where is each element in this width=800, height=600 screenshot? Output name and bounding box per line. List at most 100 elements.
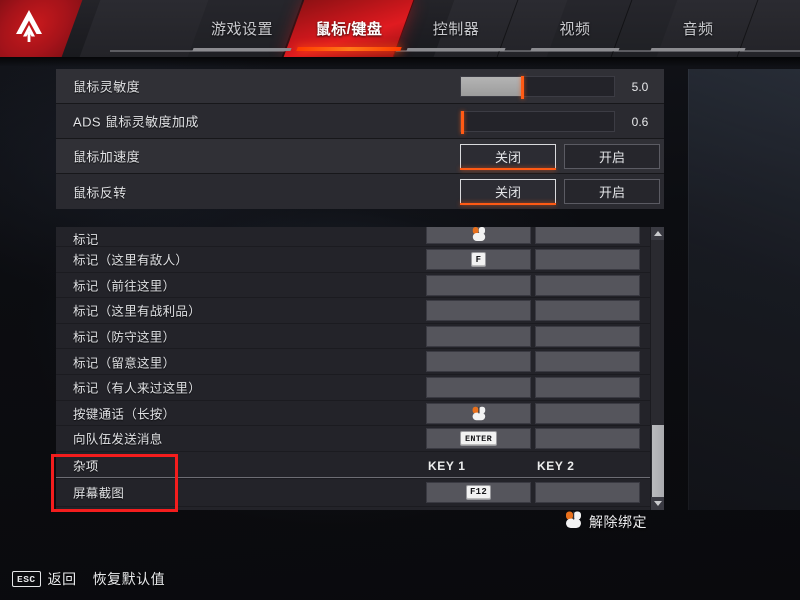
keycap: F <box>471 252 486 267</box>
reset-defaults-button[interactable]: 恢复默认值 <box>93 569 166 589</box>
keybindings-panel: 标记 标记（这里有敌人） F 标记（前往这里） 标记（这里有战利品） 标记（防守… <box>56 227 664 510</box>
binding-name: 标记（留意这里） <box>73 356 176 371</box>
binding-name: 标记 <box>73 233 99 247</box>
binding-key1-cell[interactable] <box>426 300 531 322</box>
mouse-sensitivity-value: 5.0 <box>631 79 649 94</box>
binding-key1-cell[interactable] <box>426 325 531 347</box>
binding-name: 标记（这里有敌人） <box>73 253 189 268</box>
table-row[interactable]: 向队伍发送消息 ENTER <box>56 426 650 452</box>
table-row[interactable]: 标记（前往这里） <box>56 273 650 299</box>
binding-key2-cell[interactable] <box>535 402 640 424</box>
option-label: 鼠标加速度 <box>73 149 141 165</box>
table-row[interactable]: 屏幕截图 F12 <box>56 479 650 507</box>
back-button[interactable]: ESC 返回 <box>12 569 77 589</box>
binding-key1-cell[interactable]: ENTER <box>426 428 531 450</box>
binding-name: 标记（有人来过这里） <box>73 381 202 396</box>
binding-name: 标记（这里有战利品） <box>73 304 202 319</box>
binding-key1-cell[interactable] <box>426 376 531 398</box>
apex-logo-badge <box>0 0 83 57</box>
table-row[interactable]: 标记（这里有敌人） F <box>56 247 650 273</box>
esc-keycap: ESC <box>12 571 41 587</box>
tab-game-settings[interactable]: 游戏设置 <box>179 0 305 57</box>
binding-key2-cell[interactable] <box>535 227 640 244</box>
mouse-icon <box>472 406 486 421</box>
tab-label: 控制器 <box>432 21 480 38</box>
binding-name: 标记（前往这里） <box>73 279 176 294</box>
top-navigation-bar: 游戏设置 鼠标/键盘 控制器 视频 音频 <box>0 0 800 57</box>
mouse-invert-off-button[interactable]: 关闭 <box>460 179 556 205</box>
binding-key1-cell[interactable] <box>426 227 531 244</box>
mouse-acceleration-on-button[interactable]: 开启 <box>564 144 660 169</box>
scroll-down-button[interactable] <box>651 497 664 510</box>
section-header-label: 杂项 <box>73 459 99 474</box>
binding-key1-cell[interactable] <box>426 351 531 373</box>
slider-handle[interactable] <box>521 76 525 99</box>
toggle-label: 关闭 <box>494 185 521 200</box>
column-header-key2: KEY 2 <box>537 458 642 474</box>
unbind-button[interactable]: 解除绑定 <box>565 510 647 534</box>
table-row[interactable]: 标记（留意这里） <box>56 349 650 375</box>
mouse-icon <box>565 510 582 534</box>
mouse-sensitivity-slider[interactable] <box>460 76 615 99</box>
keycap: F12 <box>465 484 492 500</box>
mouse-icon <box>472 227 486 242</box>
section-header-misc: 杂项 KEY 1 KEY 2 <box>56 451 650 479</box>
binding-name: 标记（防守这里） <box>73 330 176 345</box>
tab-controller[interactable]: 控制器 <box>393 0 519 57</box>
toggle-label: 关闭 <box>494 150 521 165</box>
option-row-mouse-acceleration[interactable]: 鼠标加速度 关闭 开启 <box>56 139 664 174</box>
binding-key2-cell[interactable] <box>535 274 640 296</box>
keybindings-scrollbar[interactable] <box>650 227 664 510</box>
mouse-invert-on-button[interactable]: 开启 <box>564 179 660 204</box>
table-row[interactable]: 按键通话（长按） <box>56 401 650 427</box>
column-header-key1: KEY 1 <box>428 458 533 474</box>
binding-key2-cell[interactable] <box>535 376 640 398</box>
reset-defaults-label: 恢复默认值 <box>92 571 166 587</box>
binding-key1-cell[interactable] <box>426 402 531 424</box>
binding-name: 向队伍发送消息 <box>73 432 163 447</box>
footer-bar: ESC 返回 恢复默认值 <box>0 558 800 600</box>
binding-key1-cell[interactable]: F12 <box>426 481 531 503</box>
option-label: ADS 鼠标灵敏度加成 <box>73 114 199 130</box>
table-row[interactable]: 标记（这里有战利品） <box>56 298 650 324</box>
scrollbar-thumb[interactable] <box>652 425 664 497</box>
ads-sensitivity-slider[interactable] <box>460 111 615 134</box>
binding-key2-cell[interactable] <box>535 300 640 322</box>
toggle-label: 开启 <box>598 185 625 200</box>
table-row[interactable]: 标记 <box>56 227 650 247</box>
option-row-ads-sensitivity-multiplier[interactable]: ADS 鼠标灵敏度加成 0.6 <box>56 104 664 139</box>
tab-video[interactable]: 视频 <box>517 0 633 57</box>
binding-key2-cell[interactable] <box>535 249 640 270</box>
binding-key2-cell[interactable] <box>535 481 640 503</box>
binding-key2-cell[interactable] <box>535 351 640 373</box>
tab-underline <box>406 48 506 51</box>
tab-label: 音频 <box>682 21 714 38</box>
tab-label: 游戏设置 <box>210 21 273 38</box>
keybindings-scroll-area: 标记 标记（这里有敌人） F 标记（前往这里） 标记（这里有战利品） 标记（防守… <box>56 227 650 510</box>
table-row[interactable]: 标记（有人来过这里） <box>56 375 650 401</box>
binding-key1-cell[interactable] <box>426 274 531 296</box>
tab-label: 视频 <box>559 21 591 38</box>
tab-underline <box>192 48 292 51</box>
tab-audio[interactable]: 音频 <box>637 0 759 57</box>
scroll-up-button[interactable] <box>651 227 664 240</box>
option-row-mouse-sensitivity[interactable]: 鼠标灵敏度 5.0 <box>56 69 664 104</box>
column-header-key1-label: KEY 1 <box>428 458 466 473</box>
tab-label: 鼠标/键盘 <box>315 21 383 38</box>
mouse-acceleration-off-button[interactable]: 关闭 <box>460 144 556 170</box>
option-row-mouse-invert[interactable]: 鼠标反转 关闭 开启 <box>56 174 664 209</box>
triangle-up-icon <box>654 231 662 236</box>
binding-key1-cell[interactable]: F <box>426 249 531 270</box>
binding-key2-cell[interactable] <box>535 325 640 347</box>
right-preview-panel <box>688 69 800 510</box>
table-row[interactable]: 标记（防守这里） <box>56 324 650 350</box>
slider-fill <box>461 77 523 96</box>
tab-mouse-keyboard[interactable]: 鼠标/键盘 <box>283 0 415 57</box>
binding-name: 按键通话（长按） <box>73 407 176 422</box>
slider-handle[interactable] <box>461 111 464 134</box>
unbind-label: 解除绑定 <box>589 514 647 530</box>
apex-settings-screen: 游戏设置 鼠标/键盘 控制器 视频 音频 鼠标灵敏度 5.0 ADS 鼠标灵敏度… <box>0 0 800 600</box>
binding-key2-cell[interactable] <box>535 428 640 450</box>
mouse-options-panel: 鼠标灵敏度 5.0 ADS 鼠标灵敏度加成 0.6 鼠标加速度 关闭 开启 鼠标… <box>56 69 664 209</box>
binding-name: 屏幕截图 <box>73 486 125 501</box>
